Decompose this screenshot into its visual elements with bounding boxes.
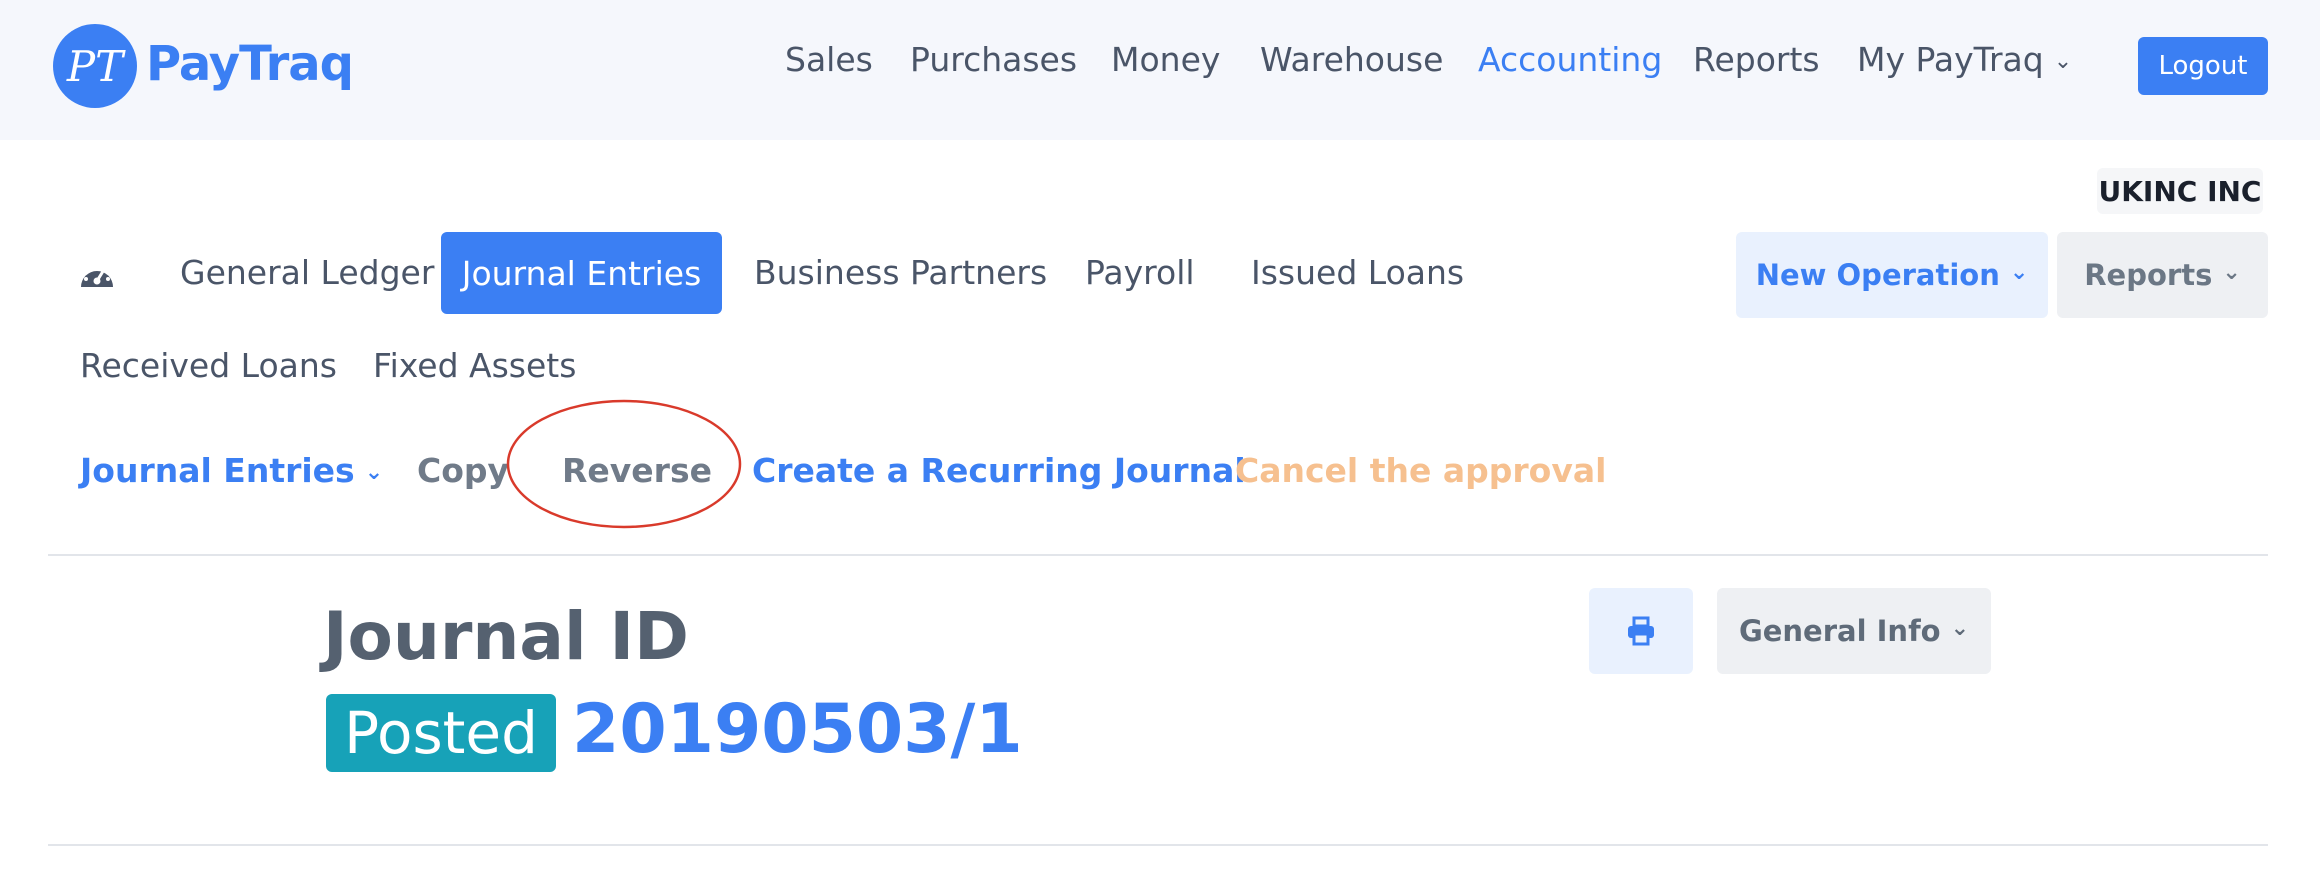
status-badge: Posted <box>326 694 556 772</box>
nav-money[interactable]: Money <box>1111 40 1220 79</box>
nav-sales[interactable]: Sales <box>785 40 873 79</box>
new-operation-label: New Operation <box>1755 258 2000 292</box>
nav-warehouse[interactable]: Warehouse <box>1260 40 1443 79</box>
divider <box>48 554 2268 556</box>
tab-issued-loans[interactable]: Issued Loans <box>1251 253 1464 292</box>
chevron-down-icon: ⌄ <box>2053 49 2073 74</box>
chevron-down-icon: ⌄ <box>1950 615 1970 641</box>
divider <box>48 844 2268 846</box>
highlight-ellipse <box>506 399 742 529</box>
printer-icon <box>1628 616 1654 646</box>
copy-action[interactable]: Copy <box>417 451 509 490</box>
cancel-approval-action[interactable]: Cancel the approval <box>1235 451 1606 490</box>
logout-button[interactable]: Logout <box>2138 37 2268 95</box>
gauge-icon[interactable] <box>78 257 116 291</box>
nav-purchases[interactable]: Purchases <box>910 40 1077 79</box>
new-operation-button[interactable]: New Operation ⌄ <box>1736 232 2048 318</box>
tab-business-partners[interactable]: Business Partners <box>754 253 1047 292</box>
brand-name[interactable]: PayTraq <box>146 36 354 92</box>
tab-journal-entries[interactable]: Journal Entries <box>441 232 722 314</box>
nav-reports[interactable]: Reports <box>1693 40 1820 79</box>
nav-my-paytraq-label: My PayTraq <box>1857 40 2044 79</box>
chevron-down-icon: ⌄ <box>2222 259 2241 285</box>
paytraq-logo-icon[interactable]: PT <box>53 24 137 108</box>
journal-title: Journal ID <box>323 598 689 675</box>
chevron-down-icon: ⌄ <box>364 460 384 485</box>
nav-my-paytraq[interactable]: My PayTraq ⌄ <box>1857 40 2072 79</box>
general-info-label: General Info <box>1738 614 1941 648</box>
tab-fixed-assets[interactable]: Fixed Assets <box>373 346 576 385</box>
tab-received-loans[interactable]: Received Loans <box>80 346 337 385</box>
general-info-dropdown[interactable]: General Info ⌄ <box>1717 588 1991 674</box>
chevron-down-icon: ⌄ <box>2009 259 2029 285</box>
tab-payroll[interactable]: Payroll <box>1085 253 1195 292</box>
tab-general-ledger[interactable]: General Ledger <box>180 253 434 292</box>
reports-label: Reports <box>2084 258 2213 292</box>
company-badge: UKINC INC <box>2097 168 2263 214</box>
journal-entries-label: Journal Entries <box>80 451 355 490</box>
reports-dropdown-button[interactable]: Reports ⌄ <box>2057 232 2268 318</box>
create-recurring-journal-action[interactable]: Create a Recurring Journal <box>752 451 1246 490</box>
journal-entries-dropdown[interactable]: Journal Entries ⌄ <box>80 451 383 490</box>
journal-id: 20190503/1 <box>572 690 1023 769</box>
nav-accounting[interactable]: Accounting <box>1478 40 1662 79</box>
print-button[interactable] <box>1589 588 1693 674</box>
